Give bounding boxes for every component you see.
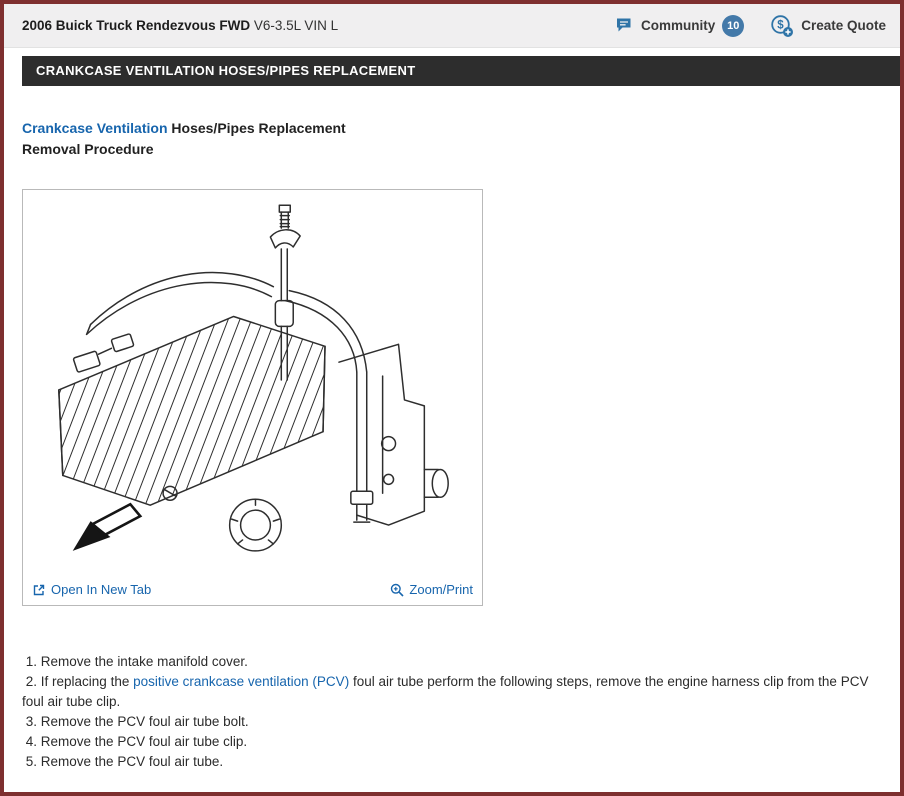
section-title-bar: CRANKCASE VENTILATION HOSES/PIPES REPLAC… [22, 56, 900, 86]
article-subtitle: Removal Procedure [22, 139, 880, 160]
pointer-arrow [73, 504, 141, 551]
community-label: Community [641, 18, 715, 33]
crankcase-ventilation-link[interactable]: Crankcase Ventilation [22, 120, 168, 136]
zoom-print-label: Zoom/Print [409, 582, 473, 597]
figure-canvas [23, 190, 482, 580]
step-4: 4. Remove the PCV foul air tube clip. [22, 732, 880, 752]
vehicle-engine: V6-3.5L VIN L [250, 18, 338, 33]
community-icon [615, 17, 634, 34]
zoom-print-link[interactable]: Zoom/Print [390, 582, 473, 597]
community-button[interactable]: Community 10 [615, 15, 744, 37]
top-bar-actions: Community 10 $ Create Quote [615, 14, 886, 38]
create-quote-label: Create Quote [801, 18, 886, 33]
main-content: Crankcase Ventilation Hoses/Pipes Replac… [4, 118, 900, 772]
procedure-steps: 1. Remove the intake manifold cover. 2. … [22, 652, 880, 772]
pcv-link[interactable]: positive crankcase ventilation (PCV) [133, 674, 349, 689]
page: 2006 Buick Truck Rendezvous FWD V6-3.5L … [0, 0, 904, 796]
top-bar: 2006 Buick Truck Rendezvous FWD V6-3.5L … [4, 4, 900, 48]
article-heading: Crankcase Ventilation Hoses/Pipes Replac… [22, 118, 880, 160]
step-5: 5. Remove the PCV foul air tube. [22, 752, 880, 772]
article-title-rest: Hoses/Pipes Replacement [168, 120, 346, 136]
figure-footer: Open In New Tab Zoom/Print [23, 580, 482, 605]
dollar-plus-icon: $ [770, 14, 794, 38]
figure-box: Open In New Tab Zoom/Print [22, 189, 483, 606]
step-3: 3. Remove the PCV foul air tube bolt. [22, 712, 880, 732]
open-in-new-tab-label: Open In New Tab [51, 582, 151, 597]
zoom-icon [390, 583, 404, 597]
step-2: 2. If replacing the positive crankcase v… [22, 672, 880, 712]
article-title-line: Crankcase Ventilation Hoses/Pipes Replac… [22, 118, 880, 139]
open-in-new-tab-link[interactable]: Open In New Tab [32, 582, 151, 597]
step-2-text-pre: 2. If replacing the [22, 674, 133, 689]
vehicle-name: 2006 Buick Truck Rendezvous FWD [22, 18, 250, 33]
engine-diagram [29, 195, 476, 581]
section-title: CRANKCASE VENTILATION HOSES/PIPES REPLAC… [36, 63, 415, 78]
svg-text:$: $ [778, 19, 785, 31]
open-in-new-tab-icon [32, 583, 46, 597]
step-1: 1. Remove the intake manifold cover. [22, 652, 880, 672]
community-count-badge: 10 [722, 15, 744, 37]
create-quote-button[interactable]: $ Create Quote [770, 14, 886, 38]
vehicle-title: 2006 Buick Truck Rendezvous FWD V6-3.5L … [22, 18, 338, 33]
